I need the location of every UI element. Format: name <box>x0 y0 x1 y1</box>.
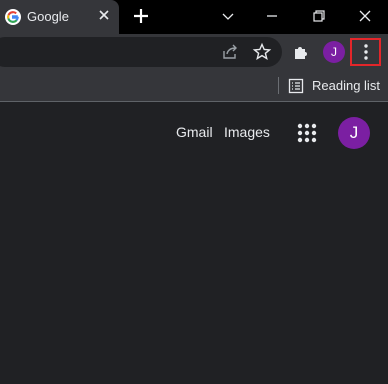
google-account-avatar[interactable]: J <box>338 117 370 149</box>
apps-grid-icon[interactable] <box>296 122 318 144</box>
extensions-icon[interactable] <box>291 42 311 62</box>
reading-list-label: Reading list <box>312 78 380 93</box>
chevron-down-icon[interactable] <box>218 6 238 26</box>
toolbar: J <box>0 34 388 70</box>
new-tab-plus-icon[interactable] <box>132 7 150 25</box>
window-close-icon[interactable] <box>355 6 375 26</box>
minimize-icon[interactable] <box>262 6 282 26</box>
reading-list-icon <box>288 78 304 94</box>
gmail-link[interactable]: Gmail <box>176 124 213 140</box>
chrome-menu-button[interactable] <box>350 38 381 66</box>
reading-list-button[interactable]: Reading list <box>288 76 384 96</box>
restore-icon[interactable] <box>309 6 329 26</box>
google-favicon-icon <box>5 9 21 25</box>
account-initial: J <box>349 123 359 142</box>
star-icon[interactable] <box>252 42 272 62</box>
profile-initial: J <box>331 45 337 59</box>
share-icon[interactable] <box>220 42 240 62</box>
tab-strip: Google <box>0 0 388 34</box>
tab-title: Google <box>27 9 69 24</box>
close-icon[interactable] <box>96 7 112 23</box>
images-link[interactable]: Images <box>224 124 270 140</box>
tab-google[interactable]: Google <box>0 0 119 34</box>
more-vert-icon <box>357 42 375 62</box>
bookmarks-separator <box>278 77 279 94</box>
profile-avatar[interactable]: J <box>323 41 345 63</box>
bookmarks-bar: Reading list <box>0 70 388 102</box>
